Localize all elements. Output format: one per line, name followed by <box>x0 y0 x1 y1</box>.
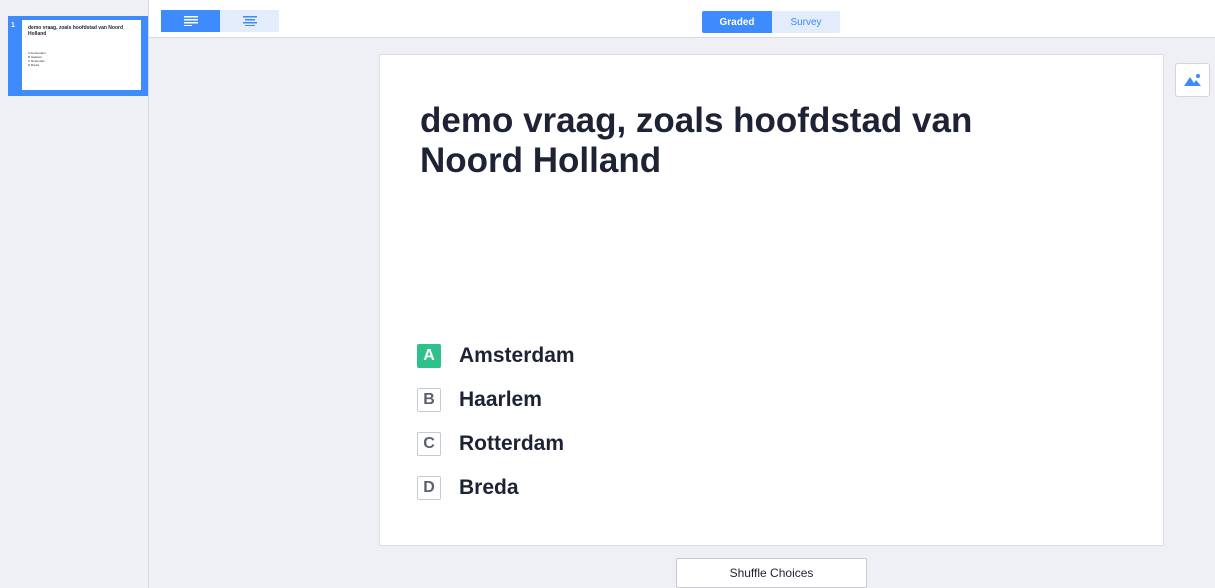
choice-text[interactable]: Breda <box>459 476 519 500</box>
slide-thumbnail-1[interactable]: 1 demo vraag, zoals hoofdstad van Noord … <box>8 16 148 96</box>
mode-survey-button[interactable]: Survey <box>772 11 840 33</box>
slide-preview-choices: A Amsterdam B Haarlem C Rotterdam D Bred… <box>28 51 135 67</box>
choice-text[interactable]: Amsterdam <box>459 344 575 368</box>
slide-number: 1 <box>11 22 15 29</box>
align-center-icon <box>242 16 257 26</box>
mode-graded-button[interactable]: Graded <box>702 11 772 33</box>
choice-text[interactable]: Haarlem <box>459 388 542 412</box>
shuffle-choices-button[interactable]: Shuffle Choices <box>676 558 867 588</box>
choice-item[interactable]: C Rotterdam <box>417 422 575 466</box>
choice-item[interactable]: A Amsterdam <box>417 334 575 378</box>
choice-item[interactable]: D Breda <box>417 466 575 510</box>
align-center-button[interactable] <box>220 10 279 32</box>
add-image-button[interactable] <box>1175 63 1210 97</box>
slide-preview: demo vraag, zoals hoofdstad van Noord Ho… <box>22 20 141 90</box>
slide-preview-choice: D Breda <box>28 63 40 67</box>
choice-letter-correct[interactable]: A <box>417 344 441 368</box>
align-left-button[interactable] <box>161 10 220 32</box>
choice-letter[interactable]: D <box>417 476 441 500</box>
question-card: demo vraag, zoals hoofdstad van Noord Ho… <box>379 54 1164 546</box>
toolbar: Graded Survey <box>149 0 1215 38</box>
question-mode-toggle: Graded Survey <box>702 11 840 33</box>
choice-letter[interactable]: B <box>417 388 441 412</box>
image-icon <box>1183 74 1201 86</box>
align-left-icon <box>183 16 198 26</box>
question-title[interactable]: demo vraag, zoals hoofdstad van Noord Ho… <box>420 101 1060 181</box>
choice-item[interactable]: B Haarlem <box>417 378 575 422</box>
text-align-group <box>161 10 279 32</box>
slide-panel: 1 demo vraag, zoals hoofdstad van Noord … <box>0 0 149 588</box>
choice-letter[interactable]: C <box>417 432 441 456</box>
choice-text[interactable]: Rotterdam <box>459 432 564 456</box>
choice-list: A Amsterdam B Haarlem C Rotterdam D Bred… <box>417 334 575 510</box>
slide-preview-title: demo vraag, zoals hoofdstad van Noord Ho… <box>28 25 124 37</box>
